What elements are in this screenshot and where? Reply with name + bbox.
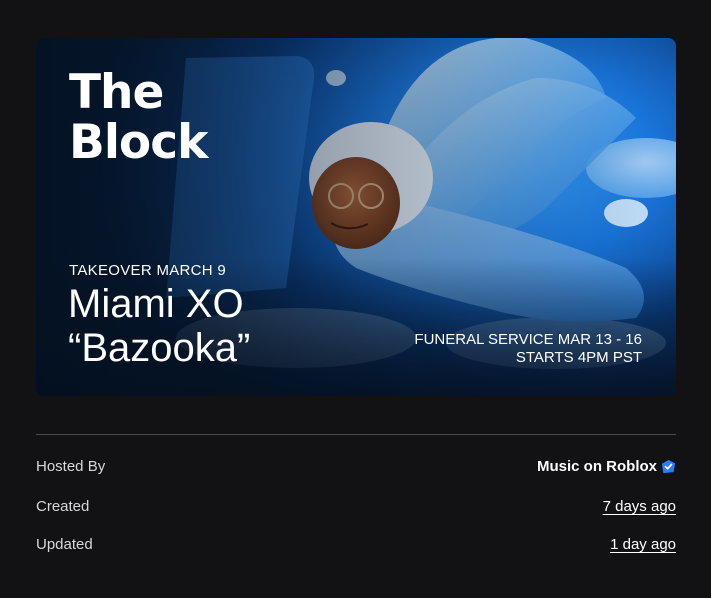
banner-artist-line1: Miami XO — [68, 282, 244, 326]
hosted-by-row: Hosted By Music on Roblox — [36, 458, 676, 480]
host-link[interactable]: Music on Roblox — [537, 458, 676, 475]
event-banner-image: The Block TAKEOVER MARCH 9 Miami XO “Baz… — [36, 38, 676, 396]
updated-row: Updated 1 day ago — [36, 536, 676, 558]
hosted-by-label: Hosted By — [36, 458, 106, 475]
verified-badge-icon — [661, 459, 676, 474]
updated-label: Updated — [36, 536, 93, 553]
banner-funeral-line1: FUNERAL SERVICE MAR 13 - 16 — [414, 331, 642, 348]
created-label: Created — [36, 498, 90, 515]
banner-takeover-date: TAKEOVER MARCH 9 — [69, 262, 227, 279]
banner-funeral-info: FUNERAL SERVICE MAR 13 - 16 STARTS 4PM P… — [414, 331, 642, 367]
banner-title-line2: Block — [69, 115, 208, 170]
updated-value[interactable]: 1 day ago — [610, 536, 676, 553]
host-name[interactable]: Music on Roblox — [537, 458, 657, 475]
banner-artist: Miami XO “Bazooka” — [68, 282, 250, 370]
created-row: Created 7 days ago — [36, 498, 676, 520]
banner-title-line1: The — [69, 65, 164, 120]
created-value[interactable]: 7 days ago — [603, 498, 676, 515]
banner-artist-line2: “Bazooka” — [68, 326, 251, 370]
event-details-panel: The Block TAKEOVER MARCH 9 Miami XO “Baz… — [0, 0, 711, 598]
banner-funeral-line2: STARTS 4PM PST — [515, 349, 642, 366]
section-divider — [36, 434, 676, 435]
banner-title: The Block — [69, 65, 208, 170]
